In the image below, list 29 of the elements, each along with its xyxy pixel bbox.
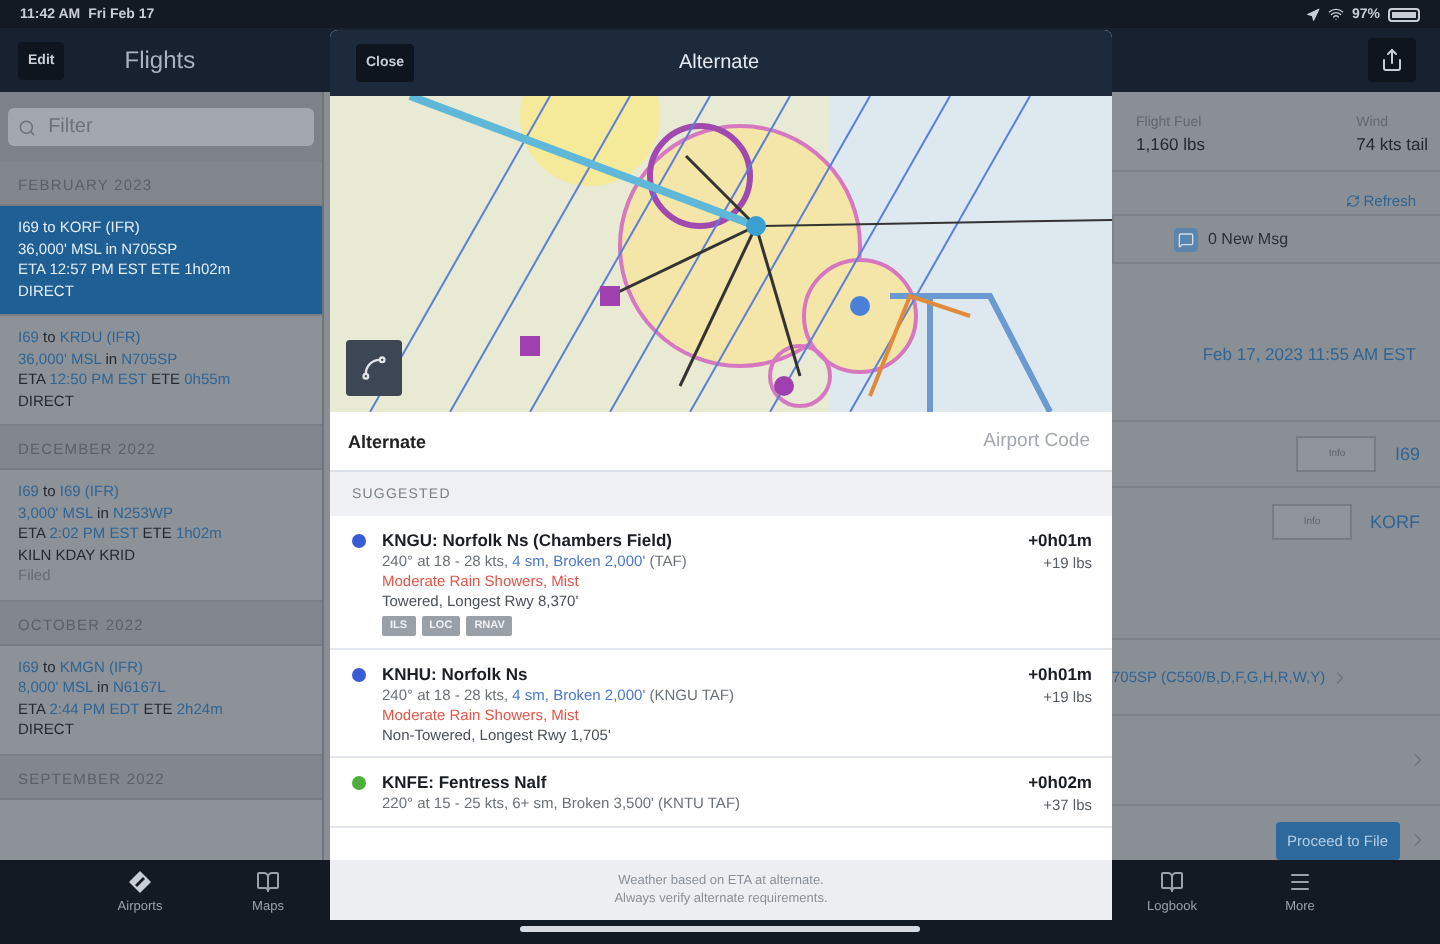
time-delta: +0h02m	[1028, 772, 1092, 792]
book-icon	[256, 870, 280, 894]
stat-value: 74 kts tail	[1356, 134, 1428, 154]
modal-title: Alternate	[679, 52, 760, 74]
message-count: 0 New Msg	[1208, 230, 1289, 249]
time-delta: +0h01m	[1028, 530, 1092, 550]
search-icon	[18, 117, 37, 137]
stat-value: 1,160 lbs	[1136, 134, 1205, 154]
refresh-icon	[1345, 193, 1360, 208]
airport-value: KORF	[1369, 511, 1420, 532]
menu-icon	[1288, 870, 1312, 894]
airport-name: KNHU: Norfolk Ns	[382, 664, 530, 684]
time-delta: +0h01m	[1028, 664, 1092, 684]
battery-icon	[1388, 7, 1420, 21]
message-icon	[1174, 227, 1198, 252]
airport-name: KNFE: Fentress Nalf	[382, 772, 549, 792]
wifi-icon	[1327, 6, 1344, 22]
nav-title: Flights	[124, 46, 196, 74]
share-button[interactable]	[1368, 38, 1416, 82]
route-button[interactable]	[346, 340, 402, 396]
field-label: Alternate	[348, 431, 427, 451]
diamond-icon	[128, 870, 152, 894]
share-icon	[1380, 48, 1404, 72]
location-icon	[1305, 7, 1320, 21]
departure-time: Feb 17, 2023 11:55 AM EST	[1202, 342, 1418, 369]
airport-value: I69	[1394, 443, 1420, 464]
book-icon	[1160, 870, 1184, 894]
route-icon	[360, 354, 388, 382]
airport-name: KNGU: Norfolk Ns (Chambers Field)	[382, 530, 674, 550]
